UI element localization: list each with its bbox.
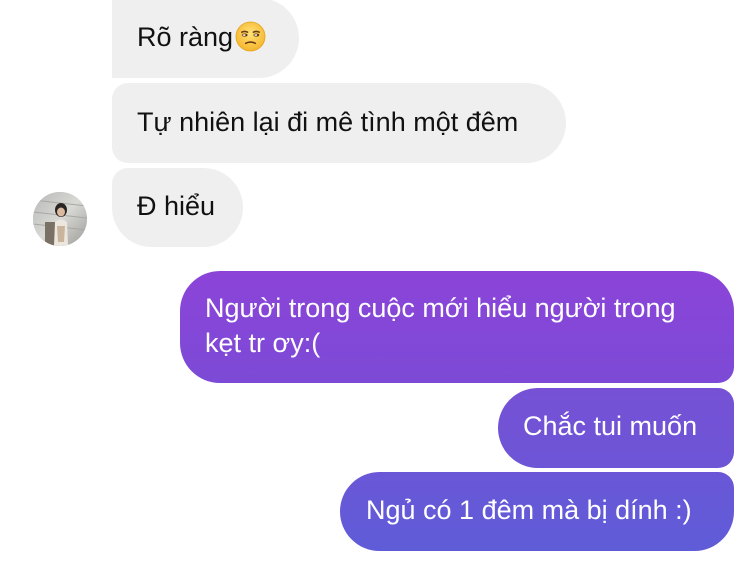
received-message-bubble[interactable]: Đ hiểu	[112, 168, 243, 247]
received-message-bubble[interactable]: Tự nhiên lại đi mê tình một đêm	[112, 83, 566, 163]
message-text: Người trong cuộc mới hiểu người trong kẹ…	[205, 293, 676, 358]
message-text: Đ hiểu	[137, 191, 216, 221]
unamused-face-emoji-icon	[235, 21, 266, 52]
sent-message-bubble[interactable]: Người trong cuộc mới hiểu người trong kẹ…	[180, 271, 734, 383]
message-thread: Rõ ràng Tự nhiên lại đi mê tình một đêm	[0, 0, 750, 571]
profile-photo-icon	[33, 192, 87, 246]
message-text: Rõ ràng	[137, 22, 234, 52]
message-text: Tự nhiên lại đi mê tình một đêm	[137, 107, 519, 137]
sent-message-bubble[interactable]: Chắc tui muốn	[498, 388, 734, 468]
contact-avatar[interactable]	[33, 192, 87, 246]
received-message-bubble[interactable]: Rõ ràng	[112, 0, 299, 78]
message-text: Ngủ có 1 đêm mà bị dính :)	[366, 495, 692, 525]
sent-message-bubble[interactable]: Ngủ có 1 đêm mà bị dính :)	[340, 472, 734, 551]
message-text: Chắc tui muốn	[523, 411, 698, 441]
